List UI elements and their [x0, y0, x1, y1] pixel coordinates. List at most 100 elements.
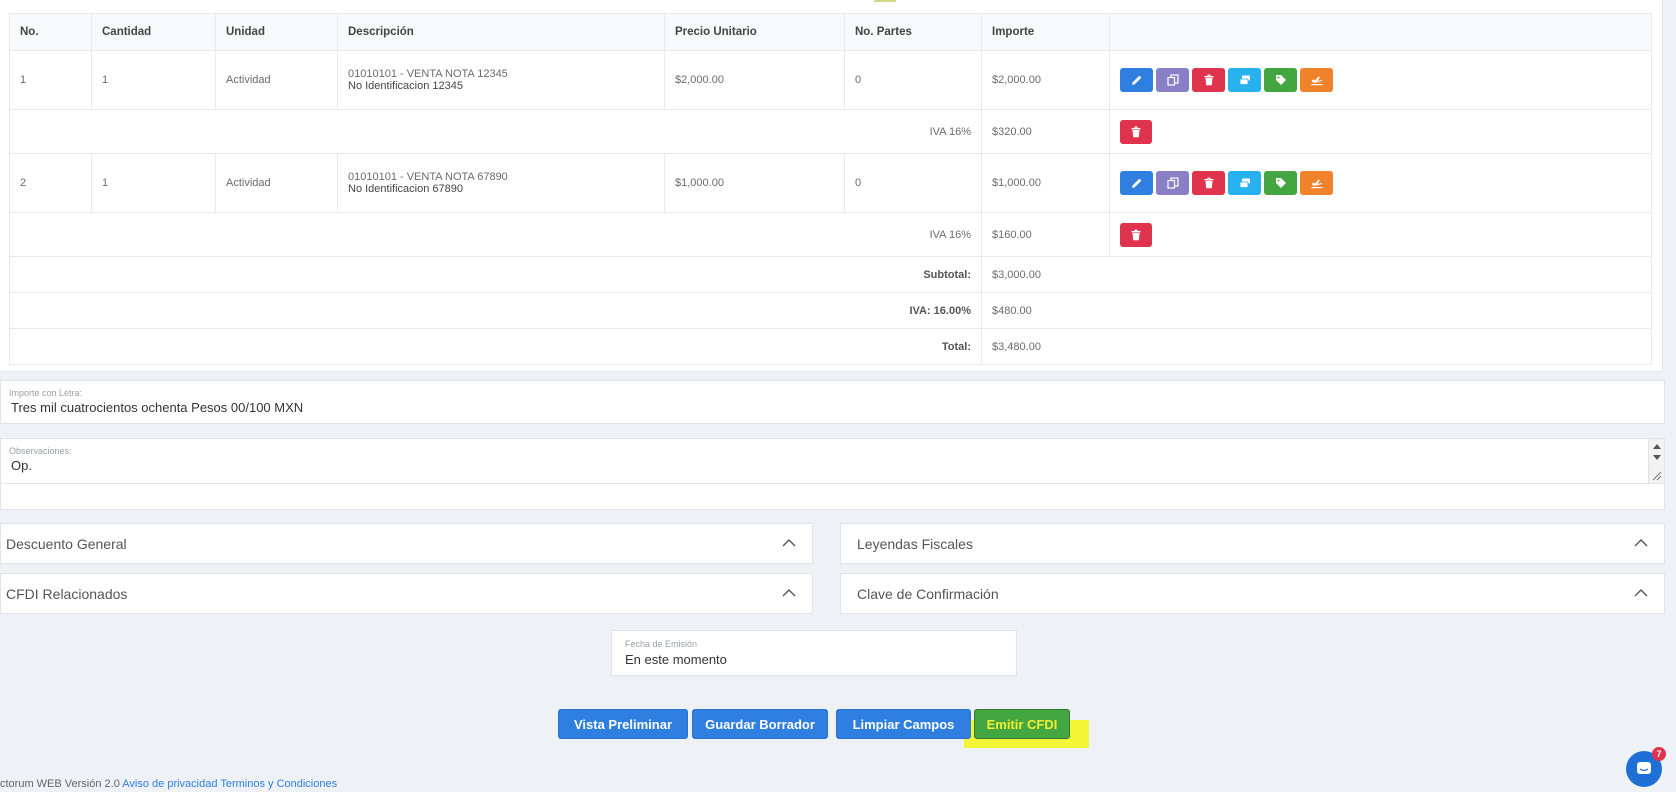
observaciones-textarea[interactable]: Observaciones: Op.	[1, 439, 1664, 484]
cell-precio: $1,000.00	[664, 153, 845, 213]
cell-partes: 0	[844, 50, 982, 110]
delete-button[interactable]	[1192, 68, 1225, 92]
copy-icon	[1166, 74, 1179, 86]
vista-preliminar-button[interactable]: Vista Preliminar	[558, 709, 688, 739]
tax-actions	[1109, 109, 1652, 154]
customs-button[interactable]	[1300, 171, 1333, 195]
cfdi-relacionados-accordion[interactable]: CFDI Relacionados	[0, 573, 813, 614]
chat-icon	[1637, 762, 1651, 774]
delete-tax-button[interactable]	[1120, 119, 1152, 144]
accordion-title: Clave de Confirmación	[857, 586, 999, 602]
items-table: No. Cantidad Unidad Descripción Precio U…	[9, 13, 1652, 365]
tag-button[interactable]	[1264, 68, 1297, 92]
table-row: 1 1 Actividad 01010101 - VENTA NOTA 1234…	[9, 50, 1652, 110]
price-button[interactable]	[1228, 171, 1261, 195]
copy-button[interactable]	[1156, 171, 1189, 195]
total-label: Total:	[9, 328, 982, 365]
tax-row: IVA 16% $160.00	[9, 212, 1652, 257]
header-actions	[1109, 13, 1652, 51]
trash-icon	[1131, 126, 1141, 137]
trash-icon	[1131, 229, 1141, 240]
observaciones-value: Op.	[11, 458, 32, 473]
cell-no: 2	[9, 153, 92, 213]
subtotal-value: $3,000.00	[981, 256, 1652, 293]
tag-icon	[1275, 178, 1286, 188]
descuento-general-accordion[interactable]: Descuento General	[0, 523, 813, 564]
iva-label: IVA: 16.00%	[9, 292, 982, 329]
tax-row: IVA 16% $320.00	[9, 109, 1652, 154]
fecha-emision-field[interactable]: Fecha de Emisión En este momento	[611, 630, 1017, 676]
description-identification: No Identificacion 12345	[348, 80, 463, 92]
customs-button[interactable]	[1300, 68, 1333, 92]
cell-cantidad: 1	[91, 50, 216, 110]
table-header-row: No. Cantidad Unidad Descripción Precio U…	[9, 13, 1652, 51]
tax-value: $160.00	[981, 212, 1110, 257]
textarea-scrollbar[interactable]	[1648, 439, 1664, 483]
notification-badge: 7	[1652, 747, 1666, 761]
resize-grip-icon[interactable]	[1652, 471, 1662, 481]
limpiar-campos-button[interactable]: Limpiar Campos	[836, 709, 971, 739]
pencil-icon	[1131, 75, 1141, 85]
importe-letra-label: Importe con Letra:	[9, 388, 83, 398]
guardar-borrador-button[interactable]: Guardar Borrador	[692, 709, 828, 739]
emitir-cfdi-button[interactable]: Emitir CFDI	[974, 709, 1070, 739]
chevron-up-icon	[782, 539, 796, 547]
iva-value: $480.00	[981, 292, 1652, 329]
scroll-down-icon[interactable]	[1653, 455, 1661, 460]
delete-button[interactable]	[1192, 171, 1225, 195]
chevron-up-icon	[1634, 589, 1648, 597]
accordion-title: Leyendas Fiscales	[857, 536, 973, 552]
tax-label: IVA 16%	[9, 212, 982, 257]
chevron-up-icon	[782, 589, 796, 597]
cell-unidad: Actividad	[215, 50, 338, 110]
cell-actions	[1109, 50, 1652, 110]
clave-confirmacion-accordion[interactable]: Clave de Confirmación	[840, 573, 1665, 614]
money-icon	[1239, 75, 1250, 85]
observaciones-label: Observaciones:	[9, 446, 72, 456]
header-descripcion: Descripción	[337, 13, 665, 51]
description-code: 01010101 - VENTA NOTA 67890	[348, 171, 508, 183]
copy-icon	[1166, 177, 1179, 189]
total-row: Total: $3,480.00	[9, 328, 1652, 365]
privacy-link[interactable]: Aviso de privacidad	[122, 778, 217, 790]
edit-button[interactable]	[1120, 68, 1153, 92]
tag-button[interactable]	[1264, 171, 1297, 195]
trash-icon	[1204, 177, 1213, 189]
cell-no: 1	[9, 50, 92, 110]
importe-letra-field[interactable]: Importe con Letra: Tres mil cuatrociento…	[0, 380, 1665, 424]
cell-descripcion: 01010101 - VENTA NOTA 67890 No Identific…	[337, 153, 665, 213]
importe-letra-value: Tres mil cuatrocientos ochenta Pesos 00/…	[11, 400, 304, 415]
plane-icon	[1311, 76, 1322, 86]
tax-actions	[1109, 212, 1652, 257]
header-precio-unitario: Precio Unitario	[664, 13, 845, 51]
money-icon	[1239, 178, 1250, 188]
cell-partes: 0	[844, 153, 982, 213]
footer-version: ctorum WEB Versión 2.0	[0, 778, 123, 790]
trash-icon	[1204, 74, 1213, 86]
header-no: No.	[9, 13, 92, 51]
header-no-partes: No. Partes	[844, 13, 982, 51]
terms-link[interactable]: Terminos y Condiciones	[220, 778, 337, 790]
cell-precio: $2,000.00	[664, 50, 845, 110]
table-row: 2 1 Actividad 01010101 - VENTA NOTA 6789…	[9, 153, 1652, 213]
copy-button[interactable]	[1156, 68, 1189, 92]
fecha-emision-label: Fecha de Emisión	[625, 639, 698, 649]
cell-importe: $1,000.00	[981, 153, 1110, 213]
tag-icon	[1275, 75, 1286, 85]
fecha-emision-value: En este momento	[625, 652, 727, 667]
leyendas-fiscales-accordion[interactable]: Leyendas Fiscales	[840, 523, 1665, 564]
chevron-up-icon	[1634, 539, 1648, 547]
cell-cantidad: 1	[91, 153, 216, 213]
chat-launcher-button[interactable]: 7	[1626, 747, 1666, 787]
tax-label: IVA 16%	[9, 109, 982, 154]
pencil-icon	[1131, 178, 1141, 188]
delete-tax-button[interactable]	[1120, 222, 1152, 247]
edit-button[interactable]	[1120, 171, 1153, 195]
accordion-title: Descuento General	[6, 536, 127, 552]
scroll-up-icon[interactable]	[1653, 444, 1661, 449]
price-button[interactable]	[1228, 68, 1261, 92]
tax-value: $320.00	[981, 109, 1110, 154]
header-importe: Importe	[981, 13, 1110, 51]
items-table-card: No. Cantidad Unidad Descripción Precio U…	[0, 0, 1663, 372]
cell-actions	[1109, 153, 1652, 213]
